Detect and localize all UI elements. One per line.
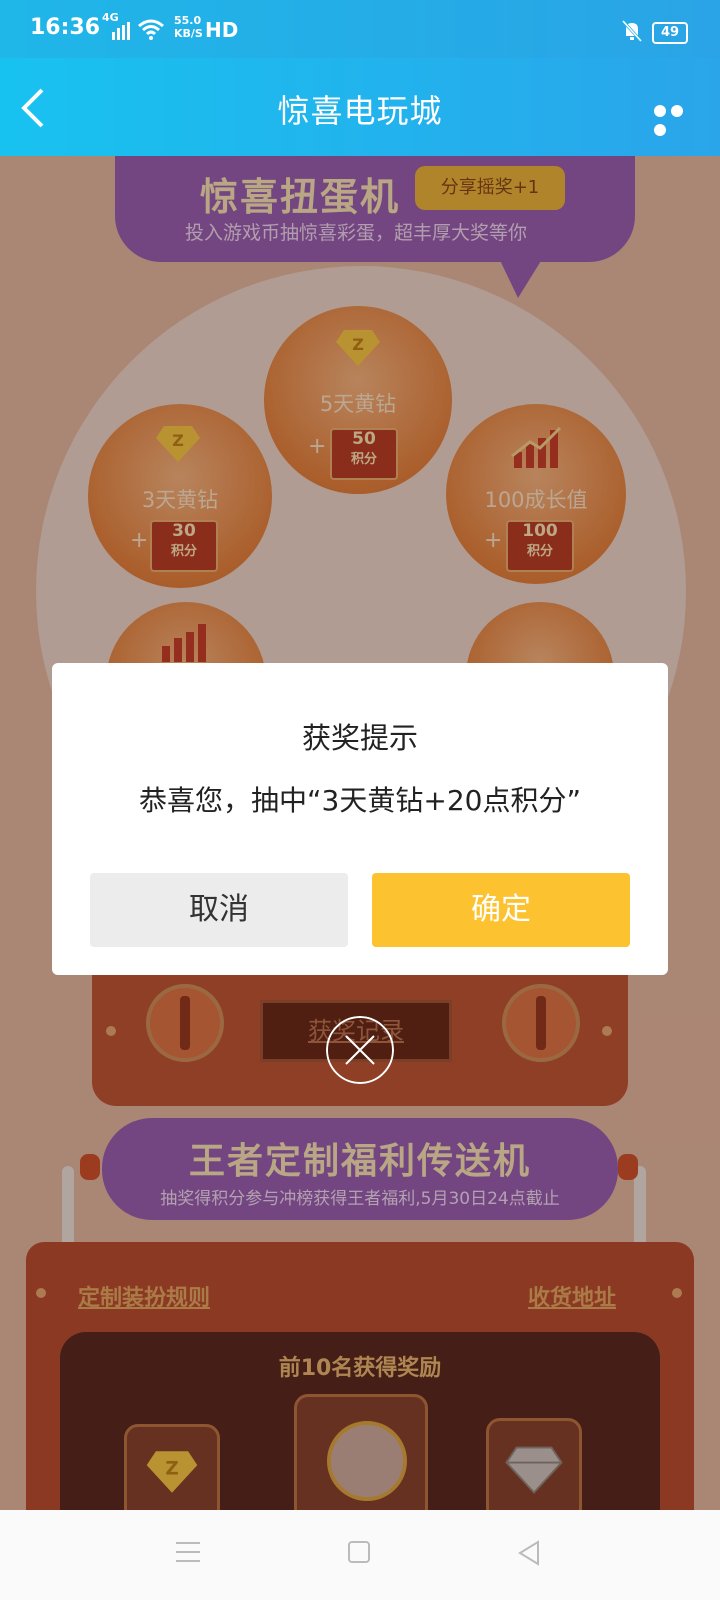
close-icon[interactable] <box>326 1016 394 1084</box>
confirm-button[interactable]: 确定 <box>372 873 630 947</box>
cancel-button[interactable]: 取消 <box>90 873 348 947</box>
status-bar: 16:36 4G 55.0 KB/S HD 49 <box>0 0 720 58</box>
net-speed-value: 55.0 <box>174 14 202 27</box>
net-speed-unit: KB/S <box>174 27 203 40</box>
dialog-title: 获奖提示 <box>301 721 418 755</box>
dialog-message: 恭喜您，抽中“3天黄钻+20点积分” <box>139 784 581 817</box>
signal-icon <box>112 22 130 40</box>
system-nav-bar <box>0 1510 720 1600</box>
wifi-icon <box>138 19 164 40</box>
mute-bell-icon <box>622 20 642 42</box>
prize-dialog: 获奖提示 恭喜您，抽中“3天黄钻+20点积分” 取消 确定 <box>52 663 668 975</box>
back-triangle-icon[interactable] <box>516 1540 542 1566</box>
nav-bar: 惊喜电玩城 <box>0 58 720 156</box>
net-speed: 55.0 KB/S <box>174 14 203 40</box>
battery-indicator: 49 <box>652 22 688 44</box>
hd-indicator: HD <box>205 18 239 42</box>
page-title: 惊喜电玩城 <box>277 92 443 130</box>
menu-icon[interactable] <box>174 1540 202 1564</box>
home-icon[interactable] <box>347 1540 371 1564</box>
more-options-icon[interactable] <box>654 102 704 136</box>
status-time: 16:36 <box>30 15 101 40</box>
